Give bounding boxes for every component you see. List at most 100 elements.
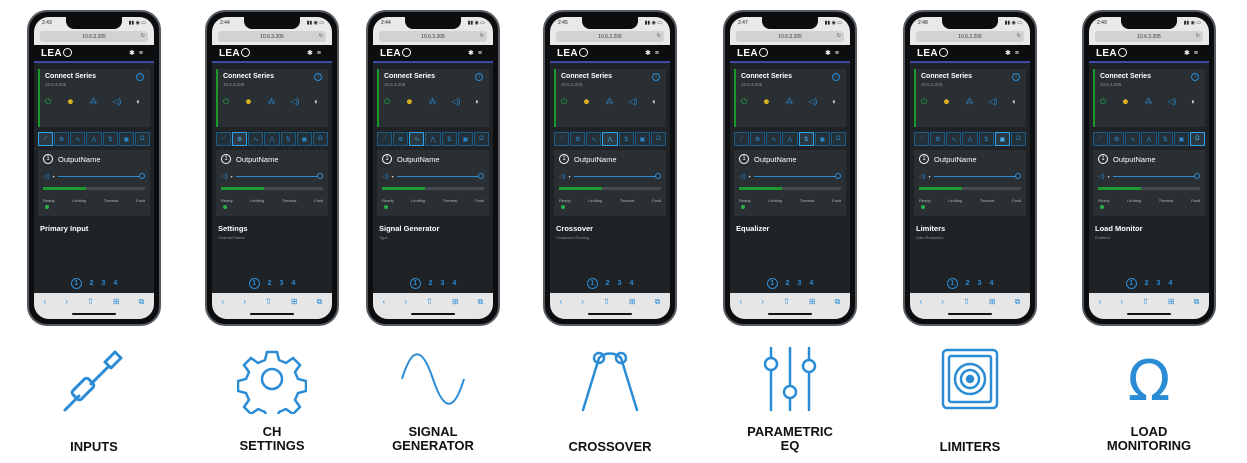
tab-settings-icon[interactable]: ⚙ — [54, 132, 70, 146]
forward-icon[interactable]: › — [941, 297, 944, 306]
ground-icon[interactable]: ◐ — [475, 97, 480, 107]
forward-icon[interactable]: › — [1120, 297, 1123, 306]
page-2[interactable]: 2 — [786, 280, 790, 287]
device-card[interactable]: Connect Series 10.6.3.205 i ⏻ ☻ ⁂ ◁) ◐ — [554, 69, 666, 127]
tab-eq-icon[interactable]: ⇅ — [1157, 132, 1173, 146]
bookmarks-icon[interactable]: ⊞ — [989, 297, 996, 306]
network-icon[interactable]: ⁂ — [966, 97, 974, 107]
tab-limiter-icon[interactable]: ▣ — [457, 132, 473, 146]
share-icon[interactable]: ⇧ — [87, 297, 94, 306]
volume-slider-knob[interactable] — [1194, 172, 1200, 179]
brightness-icon[interactable]: ✱ — [468, 50, 478, 57]
page-2[interactable]: 2 — [429, 280, 433, 287]
power-icon[interactable]: ⏻ — [223, 97, 229, 107]
device-card[interactable]: Connect Series 10.6.3.205 i ⏻ ☻ ⁂ ◁) ◐ — [914, 69, 1026, 127]
network-icon[interactable]: ⁂ — [1145, 97, 1153, 107]
tab-load-icon[interactable]: Ω — [312, 132, 328, 146]
share-icon[interactable]: ⇧ — [1142, 297, 1149, 306]
browser-url-bar[interactable]: 10.6.3.205 ↻ — [910, 29, 1030, 45]
tab-load-icon[interactable]: Ω — [134, 132, 150, 146]
tab-settings-icon[interactable]: ⚙ — [930, 132, 946, 146]
volume-slider[interactable] — [396, 172, 484, 179]
page-2[interactable]: 2 — [966, 280, 970, 287]
device-card[interactable]: Connect Series 10.6.3.205 i ⏻ ☻ ⁂ ◁) ◐ — [734, 69, 846, 127]
info-icon[interactable]: i — [1191, 73, 1199, 81]
tab-settings-icon[interactable]: ⚙ — [750, 132, 766, 146]
tab-settings-icon[interactable]: ⚙ — [1109, 132, 1125, 146]
status-face-icon[interactable]: ☻ — [762, 97, 770, 107]
back-icon[interactable]: ‹ — [740, 297, 743, 306]
speaker-icon[interactable]: ◁) — [1167, 97, 1176, 107]
chevron-down-icon[interactable]: ▾ — [392, 174, 394, 179]
info-icon[interactable]: i — [832, 73, 840, 81]
speaker-icon[interactable]: ◁) — [628, 97, 637, 107]
tab-signal-icon[interactable]: ∿ — [946, 132, 962, 146]
tab-limiter-icon[interactable]: ▣ — [814, 132, 830, 146]
bookmarks-icon[interactable]: ⊞ — [113, 297, 120, 306]
tab-limiter-icon[interactable]: ▣ — [1173, 132, 1189, 146]
page-1[interactable]: 1 — [409, 278, 421, 289]
share-icon[interactable]: ⇧ — [783, 297, 790, 306]
tab-inputs-icon[interactable]: ⟋ — [554, 132, 570, 146]
speaker-icon[interactable]: ◁) — [988, 97, 997, 107]
tabs-icon[interactable]: ⧉ — [1194, 297, 1200, 307]
volume-icon[interactable]: ◁) — [43, 173, 50, 180]
brightness-icon[interactable]: ✱ — [825, 50, 835, 57]
tabs-icon[interactable]: ⧉ — [139, 297, 145, 307]
tabs-icon[interactable]: ⧉ — [835, 297, 841, 307]
tab-crossover-icon[interactable]: ⋀ — [962, 132, 978, 146]
tab-settings-icon[interactable]: ⚙ — [232, 132, 248, 146]
tabs-icon[interactable]: ⧉ — [1015, 297, 1021, 307]
tab-limiter-icon[interactable]: ▣ — [118, 132, 134, 146]
tab-crossover-icon[interactable]: ⋀ — [86, 132, 102, 146]
volume-icon[interactable]: ◁) — [382, 173, 389, 180]
status-face-icon[interactable]: ☻ — [1121, 97, 1129, 107]
page-4[interactable]: 4 — [1168, 280, 1172, 287]
page-4[interactable]: 4 — [113, 280, 117, 287]
tab-inputs-icon[interactable]: ⟋ — [377, 132, 393, 146]
page-2[interactable]: 2 — [268, 280, 272, 287]
back-icon[interactable]: ‹ — [560, 297, 563, 306]
browser-url-bar[interactable]: 10.6.3.205 ↻ — [730, 29, 850, 45]
tab-eq-icon[interactable]: ⇅ — [798, 132, 814, 146]
ground-icon[interactable]: ◐ — [832, 97, 837, 107]
ground-icon[interactable]: ◐ — [136, 97, 141, 107]
menu-icon[interactable]: ≡ — [478, 50, 486, 57]
power-icon[interactable]: ⏻ — [1100, 97, 1106, 107]
device-card[interactable]: Connect Series 10.6.3.205 i ⏻ ☻ ⁂ ◁) ◐ — [377, 69, 489, 127]
power-icon[interactable]: ⏻ — [561, 97, 567, 107]
tab-limiter-icon[interactable]: ▣ — [994, 132, 1010, 146]
browser-url-bar[interactable]: 10.6.3.205 ↻ — [1089, 29, 1209, 45]
volume-slider[interactable] — [573, 172, 661, 179]
tab-load-icon[interactable]: Ω — [650, 132, 666, 146]
tab-signal-icon[interactable]: ∿ — [766, 132, 782, 146]
brightness-icon[interactable]: ✱ — [1005, 50, 1015, 57]
volume-slider-knob[interactable] — [139, 172, 145, 179]
back-icon[interactable]: ‹ — [44, 297, 47, 306]
volume-slider-knob[interactable] — [1015, 172, 1021, 179]
reload-icon[interactable]: ↻ — [480, 33, 484, 39]
url-field[interactable]: 10.6.3.205 ↻ — [916, 31, 1024, 42]
tab-inputs-icon[interactable]: ⟋ — [734, 132, 750, 146]
tab-load-icon[interactable]: Ω — [830, 132, 846, 146]
page-1[interactable]: 1 — [248, 278, 260, 289]
brightness-icon[interactable]: ✱ — [307, 50, 317, 57]
tab-load-icon[interactable]: Ω — [1189, 132, 1205, 146]
volume-slider[interactable] — [1112, 172, 1200, 179]
tab-signal-icon[interactable]: ∿ — [586, 132, 602, 146]
forward-icon[interactable]: › — [65, 297, 68, 306]
volume-icon[interactable]: ◁) — [739, 173, 746, 180]
tabs-icon[interactable]: ⧉ — [317, 297, 323, 307]
reload-icon[interactable]: ↻ — [1017, 33, 1021, 39]
speaker-icon[interactable]: ◁) — [808, 97, 817, 107]
network-icon[interactable]: ⁂ — [268, 97, 276, 107]
chevron-down-icon[interactable]: ▾ — [1108, 174, 1110, 179]
tab-crossover-icon[interactable]: ⋀ — [425, 132, 441, 146]
info-icon[interactable]: i — [652, 73, 660, 81]
bookmarks-icon[interactable]: ⊞ — [809, 297, 816, 306]
ground-icon[interactable]: ◐ — [1012, 97, 1017, 107]
tab-limiter-icon[interactable]: ▣ — [296, 132, 312, 146]
menu-icon[interactable]: ≡ — [1015, 50, 1023, 57]
page-1[interactable]: 1 — [1125, 278, 1137, 289]
page-3[interactable]: 3 — [798, 280, 802, 287]
